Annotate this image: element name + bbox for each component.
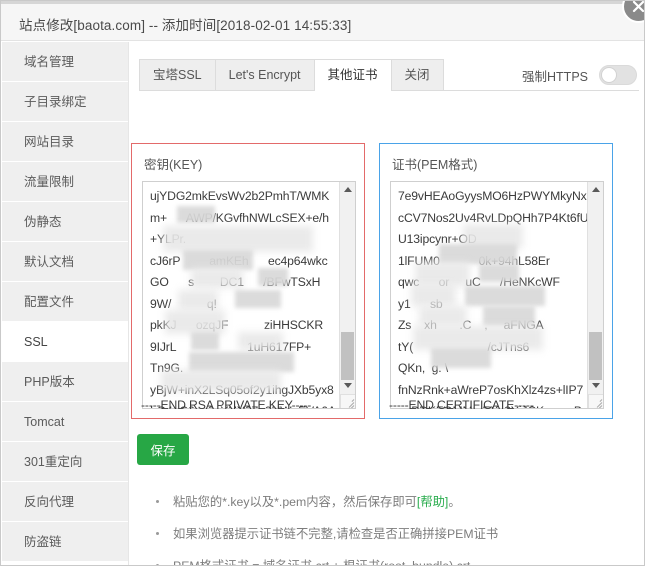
sidebar-item-domain[interactable]: 域名管理	[2, 42, 128, 82]
sidebar-item-site-directory[interactable]: 网站目录	[2, 122, 128, 162]
toggle-knob	[601, 67, 617, 83]
scrollbar-thumb[interactable]	[589, 332, 602, 380]
private-key-panel: 密钥(KEY) ujYDG2mkEvsWv2b2PmhT/WMK m+ AWP/…	[131, 143, 365, 419]
sidebar-item-subdirectory[interactable]: 子目录绑定	[2, 82, 128, 122]
private-key-text: ujYDG2mkEvsWv2b2PmhT/WMK m+ AWP/KGvfhNWL…	[150, 186, 336, 409]
ssl-panel: 宝塔SSL Let's Encrypt 其他证书 关闭 强制HTTPS 密钥(K…	[129, 42, 645, 566]
tab-close[interactable]: 关闭	[391, 59, 444, 90]
private-key-footer: -----END RSA PRIVATE KEY-----	[141, 398, 311, 412]
sidebar-item-reverse-proxy[interactable]: 反向代理	[2, 482, 128, 522]
force-https-toggle[interactable]	[599, 65, 637, 85]
help-notes: 粘贴您的*.key以及*.pem内容，然后保存即可[帮助]。 如果浏览器提示证书…	[151, 494, 621, 566]
sidebar-item-301-redirect[interactable]: 301重定向	[2, 442, 128, 482]
sidebar-item-default-document[interactable]: 默认文档	[2, 242, 128, 282]
resize-grip[interactable]	[590, 395, 602, 407]
certificate-footer: -----END CERTIFICATE-----	[389, 398, 534, 412]
scroll-up-icon[interactable]	[588, 182, 603, 198]
scroll-up-icon[interactable]	[340, 182, 355, 198]
certificate-scrollbar[interactable]	[587, 182, 603, 408]
save-button[interactable]: 保存	[137, 434, 189, 465]
help-note-1-text: 粘贴您的*.key以及*.pem内容，然后保存即可	[173, 495, 417, 509]
scroll-down-icon[interactable]	[588, 378, 603, 394]
scroll-down-icon[interactable]	[340, 378, 355, 394]
tab-other-certificate[interactable]: 其他证书	[314, 59, 392, 90]
scrollbar-thumb[interactable]	[341, 332, 354, 380]
sidebar-item-tomcat[interactable]: Tomcat	[2, 402, 128, 442]
help-note-3: PEM格式证书 = 域名证书.crt + 根证书(root_bundle).cr…	[151, 558, 621, 566]
settings-sidebar: 域名管理 子目录绑定 网站目录 流量限制 伪静态 默认文档 配置文件 SSL P…	[2, 42, 129, 566]
sidebar-item-anti-leech[interactable]: 防盗链	[2, 522, 128, 562]
private-key-input[interactable]: ujYDG2mkEvsWv2b2PmhT/WMK m+ AWP/KGvfhNWL…	[142, 181, 356, 409]
sidebar-item-php-version[interactable]: PHP版本	[2, 362, 128, 402]
certificate-input[interactable]: 7e9vHEAoGyysMO6HzPWYMkyNx cCV7Nos2Uv4RvL…	[390, 181, 604, 409]
resize-grip[interactable]	[342, 395, 354, 407]
sidebar-item-traffic-limit[interactable]: 流量限制	[2, 162, 128, 202]
sidebar-item-rewrite[interactable]: 伪静态	[2, 202, 128, 242]
force-https-label: 强制HTTPS	[522, 66, 588, 85]
tab-lets-encrypt[interactable]: Let's Encrypt	[215, 59, 315, 90]
certificate-label: 证书(PEM格式)	[392, 154, 602, 173]
help-note-1: 粘贴您的*.key以及*.pem内容，然后保存即可[帮助]。	[151, 494, 621, 510]
certificate-panel: 证书(PEM格式) 7e9vHEAoGyysMO6HzPWYMkyNx cCV7…	[379, 143, 613, 419]
site-modify-dialog: 站点修改[baota.com] -- 添加时间[2018-02-01 14:55…	[0, 0, 645, 566]
help-link[interactable]: [帮助]	[417, 495, 448, 509]
page-title: 站点修改[baota.com] -- 添加时间[2018-02-01 14:55…	[19, 14, 351, 34]
force-https-control: 强制HTTPS	[522, 62, 637, 88]
dialog-titlebar: 站点修改[baota.com] -- 添加时间[2018-02-01 14:55…	[1, 4, 645, 41]
sidebar-item-config-file[interactable]: 配置文件	[2, 282, 128, 322]
tab-baota-ssl[interactable]: 宝塔SSL	[139, 59, 216, 90]
private-key-label: 密钥(KEY)	[144, 154, 354, 173]
certificate-text: 7e9vHEAoGyysMO6HzPWYMkyNx cCV7Nos2Uv4RvL…	[398, 186, 584, 409]
sidebar-item-ssl[interactable]: SSL	[2, 322, 128, 362]
private-key-scrollbar[interactable]	[339, 182, 355, 408]
help-note-2: 如果浏览器提示证书链不完整,请检查是否正确拼接PEM证书	[151, 526, 621, 542]
help-note-1-suffix: 。	[448, 495, 460, 509]
